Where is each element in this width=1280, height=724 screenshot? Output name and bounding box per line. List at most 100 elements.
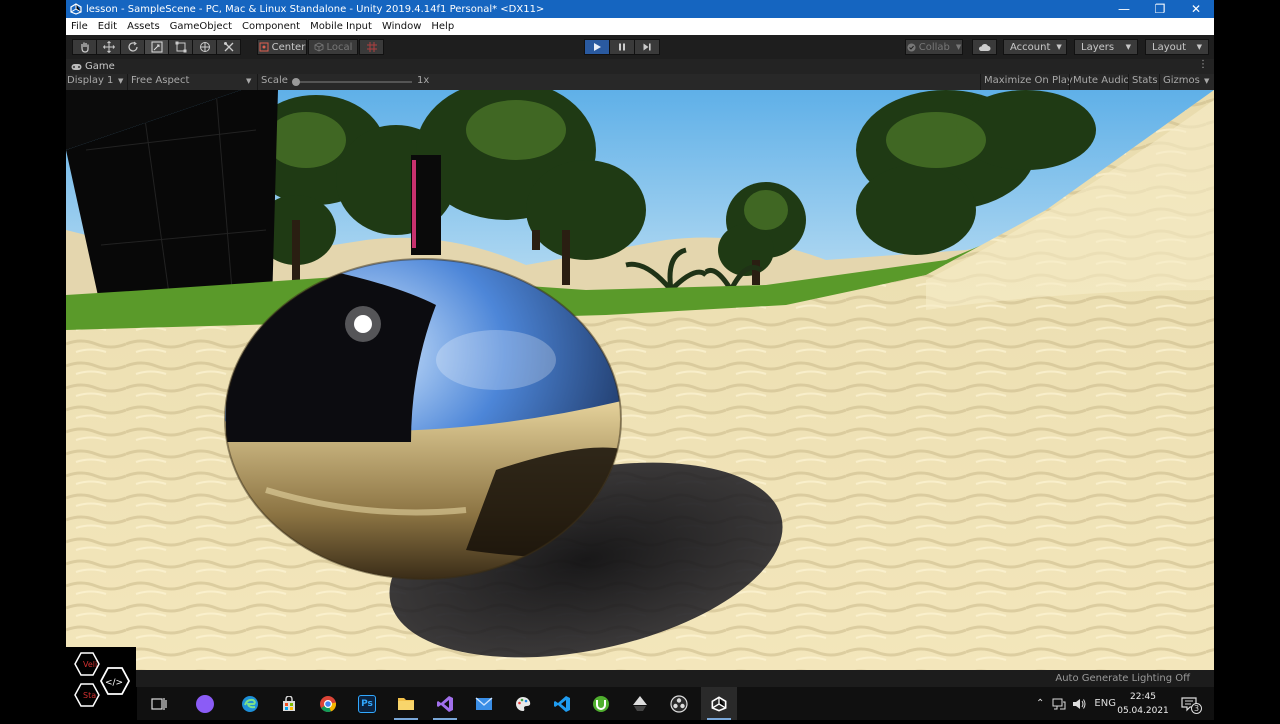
utorrent-icon xyxy=(593,695,609,712)
play-button[interactable] xyxy=(584,39,610,55)
mute-audio-toggle[interactable]: Mute Audio xyxy=(1073,75,1130,86)
maximize-button[interactable]: ❐ xyxy=(1142,0,1178,18)
scale-slider-track[interactable] xyxy=(294,81,412,83)
visual-studio-icon xyxy=(437,695,453,712)
cloud-icon xyxy=(978,44,991,51)
menu-mobile-input[interactable]: Mobile Input xyxy=(305,21,377,32)
taskbar-app-utorrent[interactable] xyxy=(583,687,619,720)
grid-snap-icon xyxy=(366,42,377,52)
taskbar-app-assistant[interactable] xyxy=(187,687,223,720)
unity-editor-window: lesson - SampleScene - PC, Mac & Linux S… xyxy=(66,0,1214,687)
rect-tool-button[interactable] xyxy=(168,39,193,55)
lighting-status: Auto Generate Lighting Off xyxy=(1055,673,1190,684)
palette-icon xyxy=(516,696,531,711)
play-icon xyxy=(594,43,601,51)
close-button[interactable]: ✕ xyxy=(1178,0,1214,18)
unity-icon xyxy=(711,695,727,712)
pivot-center-toggle[interactable]: Center xyxy=(257,39,307,55)
task-view-icon xyxy=(151,697,167,710)
layers-label: Layers xyxy=(1081,41,1115,53)
gizmos-dropdown[interactable]: Gizmos xyxy=(1163,75,1200,86)
taskbar-app-photoshop[interactable]: Ps xyxy=(349,687,385,720)
photoshop-icon: Ps xyxy=(358,694,376,713)
menu-help[interactable]: Help xyxy=(426,21,459,32)
cube-icon xyxy=(314,42,323,52)
rotate-tool-button[interactable] xyxy=(120,39,145,55)
pivot-local-toggle[interactable]: Local xyxy=(308,39,358,55)
account-label: Account xyxy=(1010,41,1051,53)
scale-slider-handle[interactable] xyxy=(292,78,300,86)
taskbar-app-explorer[interactable] xyxy=(388,687,424,720)
taskbar-app-paint[interactable] xyxy=(505,687,541,720)
game-tab[interactable]: Game xyxy=(71,61,115,72)
transform-tool-button[interactable] xyxy=(192,39,217,55)
game-tab-label: Game xyxy=(85,61,115,72)
taskbar-app-mail[interactable] xyxy=(466,687,502,720)
scale-label: Scale xyxy=(261,75,288,86)
hand-icon xyxy=(80,42,89,53)
move-icon xyxy=(102,41,115,53)
scale-tool-button[interactable] xyxy=(144,39,169,55)
menu-file[interactable]: File xyxy=(66,21,93,32)
display-dropdown[interactable]: Display 1 xyxy=(67,75,113,86)
stats-toggle[interactable]: Stats xyxy=(1132,75,1158,86)
menu-window[interactable]: Window xyxy=(377,21,426,32)
assistant-icon xyxy=(196,694,214,713)
menu-component[interactable]: Component xyxy=(237,21,305,32)
taskbar-app-visual-studio[interactable] xyxy=(427,687,463,720)
taskbar-app-chrome[interactable] xyxy=(310,687,346,720)
layout-dropdown[interactable]: Layout ▼ xyxy=(1145,39,1209,55)
layers-dropdown[interactable]: Layers ▼ xyxy=(1074,39,1138,55)
taskbar-app-edge[interactable] xyxy=(232,687,268,720)
channel-logo: </> Veli Sta xyxy=(66,647,136,720)
custom-tool-button[interactable] xyxy=(216,39,241,55)
pause-icon xyxy=(619,43,625,51)
scale-value: 1x xyxy=(417,75,430,86)
taskbar-app-store[interactable] xyxy=(271,687,307,720)
minimize-button[interactable]: — xyxy=(1106,0,1142,18)
aspect-dropdown[interactable]: Free Aspect xyxy=(131,75,189,86)
clock[interactable]: 22:45 05.04.2021 xyxy=(1117,690,1169,718)
taskbar-app-unity[interactable] xyxy=(701,687,737,720)
taskbar-app-vscode[interactable] xyxy=(544,687,580,720)
step-button[interactable] xyxy=(634,39,660,55)
title-bar: lesson - SampleScene - PC, Mac & Linux S… xyxy=(66,0,1214,18)
game-scene-render xyxy=(66,90,1214,670)
pause-button[interactable] xyxy=(609,39,635,55)
tab-options-icon[interactable]: ⋮ xyxy=(1198,59,1208,70)
taskbar-app-obs[interactable] xyxy=(661,687,697,720)
network-icon[interactable] xyxy=(1052,698,1066,710)
chevron-down-icon: ▼ xyxy=(118,77,124,85)
svg-text:</>: </> xyxy=(105,678,123,688)
notification-count: 3 xyxy=(1191,703,1203,714)
rotate-icon xyxy=(127,41,138,52)
game-tab-header: Game ⋮ xyxy=(66,59,1214,74)
volume-icon[interactable] xyxy=(1072,698,1086,710)
task-view-button[interactable] xyxy=(141,687,177,720)
grid-snap-button[interactable] xyxy=(359,39,384,55)
rect-icon xyxy=(175,41,186,53)
logo-text-bottom: Sta xyxy=(83,691,96,700)
gamepad-icon xyxy=(71,63,82,70)
collab-dropdown[interactable]: Collab ▼ xyxy=(905,39,963,55)
account-dropdown[interactable]: Account ▼ xyxy=(1003,39,1067,55)
maximize-on-play-toggle[interactable]: Maximize On Play xyxy=(984,75,1073,86)
taskbar-app-inkscape[interactable] xyxy=(622,687,658,720)
cloud-button[interactable] xyxy=(972,39,997,55)
window-title: lesson - SampleScene - PC, Mac & Linux S… xyxy=(86,3,545,15)
space-label: Local xyxy=(326,41,353,53)
inkscape-icon xyxy=(633,695,647,711)
layout-label: Layout xyxy=(1152,41,1186,53)
menu-gameobject[interactable]: GameObject xyxy=(165,21,237,32)
collab-label: Collab xyxy=(918,41,950,53)
language-indicator[interactable]: ENG xyxy=(1094,698,1116,709)
chevron-down-icon: ▼ xyxy=(955,43,962,51)
game-view[interactable] xyxy=(66,90,1214,670)
menu-assets[interactable]: Assets xyxy=(122,21,165,32)
move-tool-button[interactable] xyxy=(96,39,121,55)
menu-edit[interactable]: Edit xyxy=(93,21,122,32)
chevron-up-icon[interactable]: ⌃ xyxy=(1036,698,1044,709)
hand-tool-button[interactable] xyxy=(72,39,97,55)
chrome-icon xyxy=(320,695,337,712)
notifications-button[interactable]: 3 xyxy=(1181,687,1203,720)
